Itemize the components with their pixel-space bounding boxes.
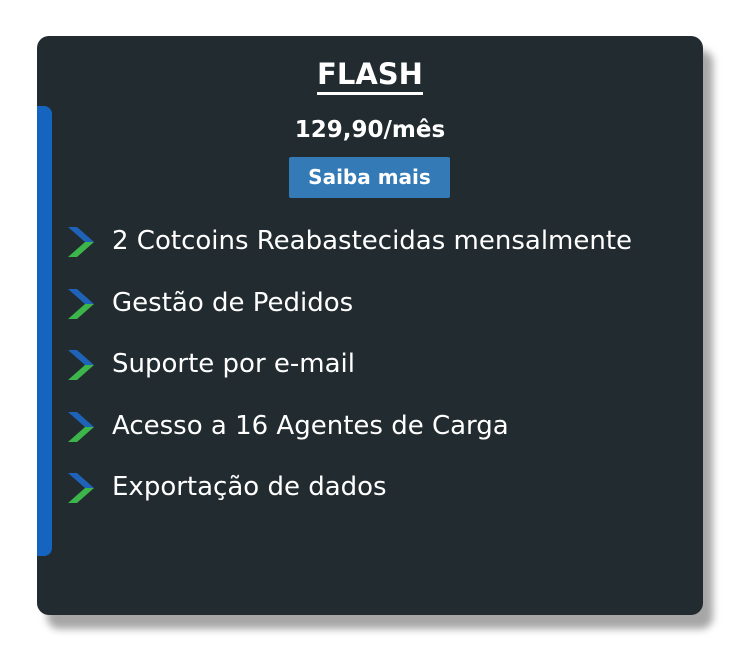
feature-list: 2 Cotcoins Reabastecidas mensalmente Ges… — [66, 223, 632, 531]
plan-title: FLASH — [37, 56, 703, 95]
feature-item: Gestão de Pedidos — [66, 285, 632, 347]
chevron-right-icon — [68, 288, 94, 319]
feature-item: Exportação de dados — [66, 469, 632, 531]
feature-label: Exportação de dados — [112, 472, 387, 502]
chevron-right-icon — [68, 227, 94, 257]
plan-price: 129,90/mês — [294, 117, 446, 143]
chevron-right-icon — [68, 411, 94, 442]
feature-label: Gestão de Pedidos — [112, 287, 354, 318]
feature-item: 2 Cotcoins Reabastecidas mensalmente — [66, 223, 632, 285]
feature-label: 2 Cotcoins Reabastecidas mensalmente — [112, 226, 633, 256]
saiba-mais-button[interactable]: Saiba mais — [289, 157, 450, 198]
feature-item: Acesso a 16 Agentes de Carga — [66, 408, 632, 470]
feature-item: Suporte por e-mail — [66, 346, 632, 408]
feature-label: Acesso a 16 Agentes de Carga — [112, 410, 509, 441]
chevron-right-icon — [68, 350, 94, 380]
chevron-right-icon — [68, 473, 94, 503]
feature-label: Suporte por e-mail — [112, 349, 355, 379]
plan-title-text: FLASH — [317, 57, 423, 95]
accent-bar — [37, 106, 52, 556]
pricing-card: FLASH 129,90/mês Saiba mais 2 Cotcoins R… — [37, 36, 703, 615]
